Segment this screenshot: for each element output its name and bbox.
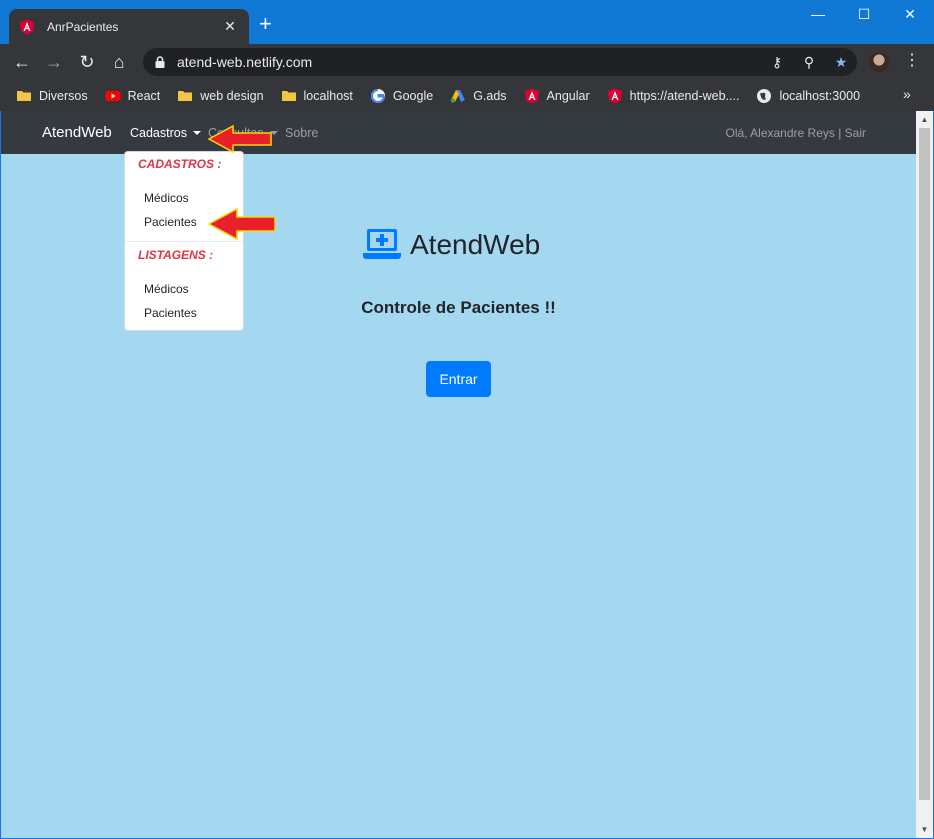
bookmark-google[interactable]: Google [370, 88, 433, 104]
profile-avatar[interactable] [869, 52, 889, 72]
folder-icon [281, 90, 296, 101]
dropdown-item-medicos[interactable]: Médicos [144, 191, 189, 205]
page-scrollbar[interactable]: ▲ ▼ [916, 111, 933, 838]
youtube-icon [105, 90, 121, 101]
minimize-button[interactable]: — [795, 6, 841, 22]
navbar-brand[interactable]: AtendWeb [42, 124, 112, 141]
bookmark-atend-web[interactable]: https://atend-web.... [607, 88, 740, 104]
close-window-button[interactable]: ✕ [887, 6, 933, 23]
back-button[interactable]: ← [10, 50, 34, 74]
bookmarks-more-button[interactable]: » [903, 86, 911, 102]
scroll-up-icon[interactable]: ▲ [916, 111, 933, 128]
folder-icon [17, 90, 31, 101]
dropdown-item-pacientes[interactable]: Pacientes [144, 215, 197, 229]
scrollbar-thumb[interactable] [919, 128, 930, 800]
new-tab-button[interactable]: + [259, 13, 272, 35]
window-titlebar: AnrPacientes ✕ + — ☐ ✕ [0, 0, 934, 44]
google-icon [370, 88, 385, 103]
bookmark-label: G.ads [473, 88, 507, 103]
dropdown-divider [125, 241, 243, 242]
bookmark-angular[interactable]: Angular [524, 88, 590, 104]
address-bar[interactable]: atend-web.netlify.com ⚷ ⚲ ★ [143, 48, 857, 76]
reload-button[interactable]: ↻ [75, 50, 99, 74]
laptop-medical-icon [363, 229, 401, 259]
bookmark-label: Google [392, 88, 434, 103]
page-subtitle: Controle de Pacientes !! [361, 298, 556, 317]
scroll-down-icon[interactable]: ▼ [916, 821, 933, 838]
nav-cadastros-dropdown[interactable]: Cadastros [130, 126, 201, 140]
bookmark-localhost-3000[interactable]: localhost:3000 [756, 88, 860, 104]
tab-close-icon[interactable]: ✕ [221, 18, 239, 35]
bookmark-g-ads[interactable]: G.ads [450, 88, 507, 104]
hero-title: AtendWeb [410, 229, 541, 260]
bookmark-label: https://atend-web.... [629, 88, 740, 103]
bookmark-localhost[interactable]: localhost [281, 88, 353, 104]
nav-cadastros-label: Cadastros [130, 126, 187, 140]
dropdown-header-listagens: LISTAGENS : [138, 248, 214, 262]
user-greeting[interactable]: Olá, Alexandre Reys | Sair [725, 126, 866, 140]
bookmark-label: localhost [303, 88, 353, 103]
caret-down-icon [192, 131, 201, 135]
dropdown-item-listagem-medicos[interactable]: Médicos [144, 282, 189, 296]
lock-icon [155, 56, 165, 68]
bookmark-label: Angular [546, 88, 590, 103]
app-navbar: AtendWeb Cadastros Consultas Sobre Olá, … [1, 111, 916, 154]
bookmark-label: React [127, 88, 161, 103]
bookmark-label: web design [200, 88, 264, 103]
globe-icon [757, 88, 772, 103]
bookmark-web-design[interactable]: web design [177, 88, 264, 104]
bookmark-label: Diversos [39, 88, 88, 103]
zoom-icon[interactable]: ⚲ [793, 54, 825, 71]
url-text[interactable]: atend-web.netlify.com [177, 54, 761, 70]
key-icon[interactable]: ⚷ [761, 54, 793, 71]
angular-icon [20, 19, 34, 34]
folder-icon [178, 90, 193, 101]
enter-button[interactable]: Entrar [426, 361, 491, 397]
bookmark-react[interactable]: React [105, 88, 161, 104]
tab-title: AnrPacientes [47, 19, 119, 34]
angular-icon [524, 88, 539, 103]
annotation-arrow-icon [207, 207, 276, 241]
maximize-button[interactable]: ☐ [841, 6, 887, 23]
bookmarks-bar: Diversos React web design localhost Goog… [0, 80, 934, 111]
home-button[interactable]: ⌂ [107, 50, 131, 74]
page-viewport: AtendWeb Cadastros Consultas Sobre Olá, … [1, 111, 916, 838]
star-icon[interactable]: ★ [825, 54, 857, 71]
bookmark-diversos[interactable]: Diversos [16, 88, 88, 104]
browser-menu-icon[interactable]: ⋮ [904, 50, 920, 70]
browser-toolbar: ← → ↻ ⌂ atend-web.netlify.com ⚷ ⚲ ★ ⋮ [0, 44, 934, 80]
bookmark-label: localhost:3000 [779, 88, 861, 103]
dropdown-header-cadastros: CADASTROS : [138, 157, 222, 171]
forward-button[interactable]: → [42, 50, 66, 74]
annotation-arrow-icon [207, 124, 272, 154]
browser-tab[interactable]: AnrPacientes ✕ [9, 9, 249, 44]
nav-sobre[interactable]: Sobre [285, 126, 318, 140]
angular-icon [607, 88, 622, 103]
google-ads-icon [450, 89, 466, 103]
